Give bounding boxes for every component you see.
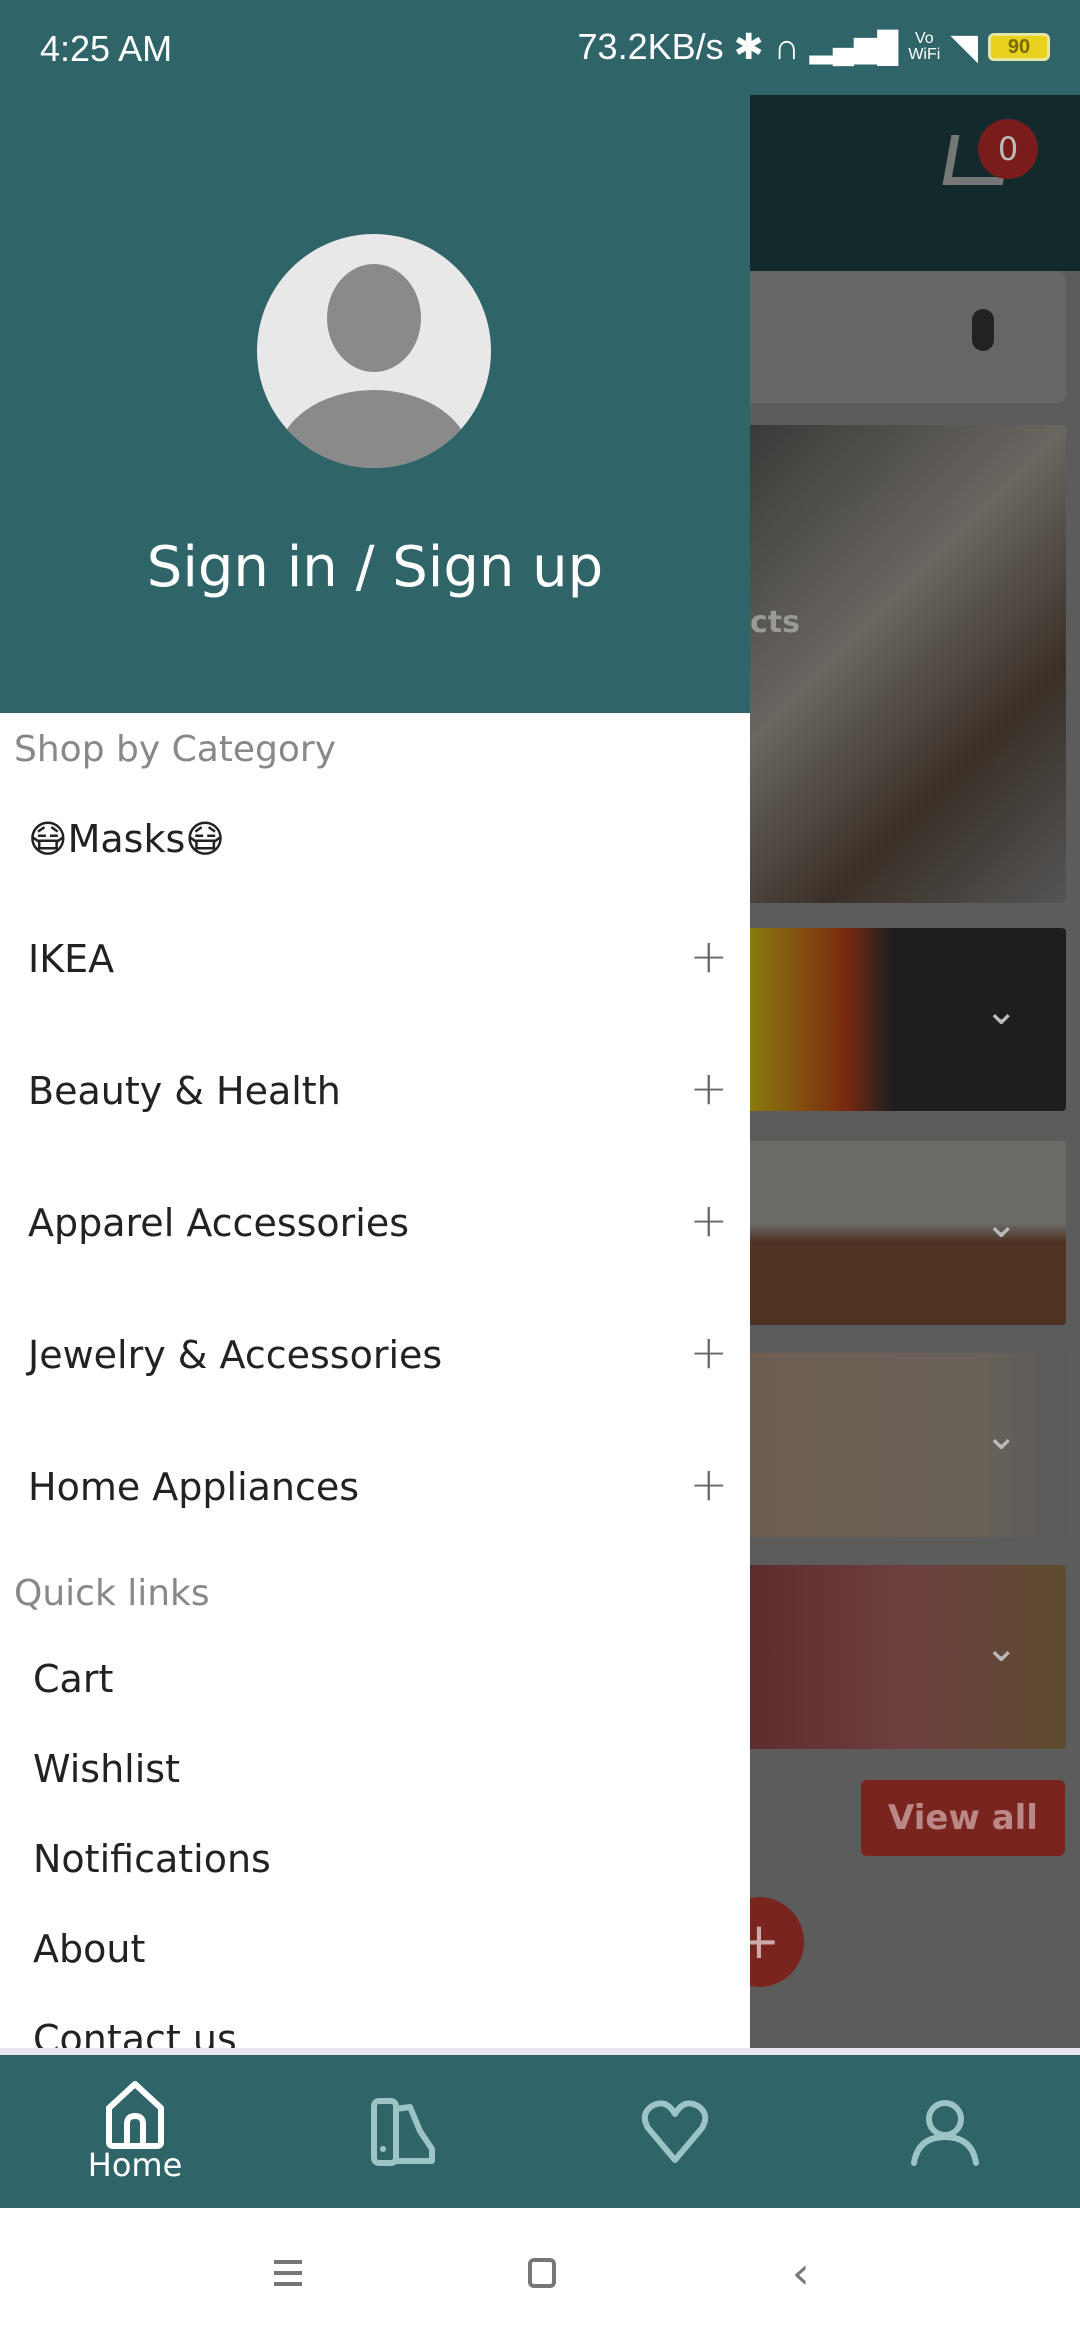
navigation-drawer: Sign in / Sign up Shop by Category 😷Mask… bbox=[0, 95, 750, 2053]
bluetooth-icon: ✱ bbox=[733, 26, 764, 67]
nav-label: Home bbox=[87, 2145, 183, 2184]
category-item-home-appliances[interactable]: Home Appliances + bbox=[28, 1457, 728, 1511]
divider bbox=[0, 2048, 1080, 2055]
category-card[interactable]: ⌄ bbox=[750, 1565, 1066, 1749]
chevron-down-icon[interactable]: ⌄ bbox=[984, 1413, 1018, 1459]
nav-home[interactable]: Home bbox=[0, 2055, 270, 2208]
category-card[interactable]: ⌄ bbox=[750, 1353, 1066, 1537]
sign-in-link[interactable]: Sign in / Sign up bbox=[0, 535, 750, 600]
quick-link-cart[interactable]: Cart bbox=[33, 1657, 113, 1701]
home-icon bbox=[106, 2080, 164, 2149]
system-nav-bar: ‹ bbox=[0, 2208, 1080, 2340]
headphones-icon: ∩ bbox=[773, 26, 800, 67]
hero-banner[interactable]: cts bbox=[750, 425, 1066, 903]
plus-icon[interactable]: + bbox=[689, 1061, 728, 1115]
category-card[interactable]: ⌄ bbox=[750, 1141, 1066, 1325]
chevron-down-icon[interactable]: ⌄ bbox=[984, 1625, 1018, 1671]
plus-icon[interactable]: + bbox=[689, 929, 728, 983]
bottom-nav: Home bbox=[0, 2055, 1080, 2208]
nav-catalog[interactable] bbox=[270, 2055, 540, 2208]
home-square-icon[interactable] bbox=[528, 2258, 556, 2288]
plus-icon[interactable]: + bbox=[689, 1325, 728, 1379]
category-item-jewelry[interactable]: Jewelry & Accessories + bbox=[28, 1325, 728, 1379]
status-bar: 4:25 AM 73.2KB/s ✱ ∩ ▂▄▆█ Vo WiFi ◥ 90 bbox=[0, 0, 1080, 95]
heart-icon bbox=[641, 2099, 709, 2163]
nav-account[interactable] bbox=[810, 2055, 1080, 2208]
section-title-category: Shop by Category bbox=[14, 729, 337, 770]
view-all-button[interactable]: View all bbox=[861, 1780, 1065, 1856]
drawer-header: Sign in / Sign up bbox=[0, 95, 750, 713]
back-icon[interactable]: ‹ bbox=[792, 2248, 810, 2299]
signal-icon: ▂▄▆█ bbox=[809, 30, 899, 64]
user-icon bbox=[911, 2099, 979, 2166]
quick-link-about[interactable]: About bbox=[33, 1927, 145, 1971]
vowifi-icon: Vo WiFi bbox=[908, 30, 941, 63]
mic-icon[interactable] bbox=[972, 309, 994, 351]
app-toolbar: 0 bbox=[750, 95, 1080, 271]
chevron-down-icon[interactable]: ⌄ bbox=[984, 988, 1018, 1034]
category-item-apparel[interactable]: Apparel Accessories + bbox=[28, 1193, 728, 1247]
background-app: 0 cts ⌄ ⌄ ⌄ ⌄ View all + bbox=[750, 95, 1080, 2053]
section-title-quick-links: Quick links bbox=[14, 1573, 210, 1614]
quick-link-notifications[interactable]: Notifications bbox=[33, 1837, 271, 1881]
chevron-down-icon[interactable]: ⌄ bbox=[984, 1201, 1018, 1247]
plus-icon[interactable]: + bbox=[689, 1457, 728, 1511]
category-item-ikea[interactable]: IKEA + bbox=[28, 929, 728, 983]
wifi-icon: ◥ bbox=[950, 26, 978, 67]
add-fab-button[interactable]: + bbox=[750, 1897, 804, 1987]
cart-badge: 0 bbox=[978, 119, 1038, 179]
category-card[interactable]: ⌄ bbox=[750, 928, 1066, 1111]
catalog-icon bbox=[371, 2097, 435, 2166]
nav-wishlist[interactable] bbox=[540, 2055, 810, 2208]
plus-icon[interactable]: + bbox=[689, 1193, 728, 1247]
status-time: 4:25 AM bbox=[40, 28, 173, 69]
search-bar[interactable] bbox=[750, 271, 1066, 403]
menu-icon[interactable] bbox=[274, 2260, 302, 2286]
category-item-masks[interactable]: 😷Masks😷 bbox=[28, 817, 728, 861]
category-item-beauty-health[interactable]: Beauty & Health + bbox=[28, 1061, 728, 1115]
net-speed: 73.2KB/s bbox=[577, 26, 724, 67]
avatar[interactable] bbox=[257, 234, 491, 468]
battery-icon: 90 bbox=[988, 33, 1050, 61]
quick-link-wishlist[interactable]: Wishlist bbox=[33, 1747, 180, 1791]
